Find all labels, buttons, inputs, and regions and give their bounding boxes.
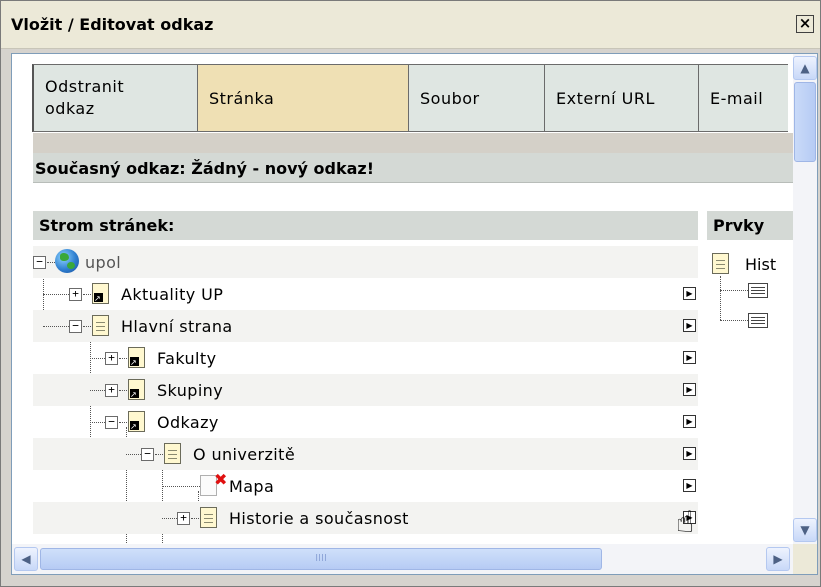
tab-page[interactable]: Stránka [197, 64, 409, 132]
tab-remove-link[interactable]: Odstranit odkaz [32, 64, 198, 132]
vertical-scroll-thumb[interactable] [794, 82, 816, 162]
globe-icon [55, 249, 79, 273]
vertical-scrollbar[interactable]: ▲ ▼ [793, 54, 817, 544]
tree-node[interactable]: + Skupiny ▶ [33, 374, 698, 406]
page-link-icon [128, 411, 145, 432]
page-link-icon [128, 379, 145, 400]
tree-node[interactable]: + Historie a současnost ▶ ☝ [33, 502, 698, 538]
tree-connector [47, 262, 55, 263]
tree-connector [720, 290, 748, 291]
horizontal-scrollbar[interactable]: ◀ IIII ▶ [12, 544, 793, 574]
page-icon [92, 315, 109, 336]
tab-file[interactable]: Soubor [408, 64, 545, 132]
select-arrow-button[interactable]: ▶ [683, 447, 696, 460]
tree-node-label: O univerzitě [193, 445, 296, 464]
tree-connector [83, 326, 91, 327]
scroll-up-button[interactable]: ▲ [793, 56, 817, 80]
expand-icon[interactable]: + [177, 512, 190, 525]
tree-connector [155, 454, 163, 455]
tree-connector [126, 454, 141, 455]
select-arrow-button[interactable]: ▶ [683, 319, 696, 332]
element-page-label[interactable]: Hist [745, 255, 776, 274]
close-button[interactable]: × [796, 15, 814, 33]
tree-connector [43, 326, 69, 327]
tree-connector [119, 422, 127, 423]
collapse-icon[interactable]: − [105, 416, 118, 429]
horizontal-scroll-thumb[interactable]: IIII [40, 548, 602, 570]
elements-panel: Hist [707, 246, 793, 544]
tree-node-label: Fakulty [157, 349, 217, 368]
tree-connector [43, 294, 69, 295]
tab-external-url[interactable]: Externí URL [544, 64, 699, 132]
tree-node-label: Skupiny [157, 381, 224, 400]
page-link-icon [128, 347, 145, 368]
expand-icon[interactable]: + [69, 288, 82, 301]
current-link-status: Současný odkaz: Žádný - nový odkaz! [33, 153, 793, 183]
page-tree-header: Strom stránek: [33, 211, 698, 240]
tree-connector [720, 320, 748, 321]
tree-connector [83, 294, 91, 295]
tree-node-label: Mapa [229, 477, 275, 496]
tab-email[interactable]: E-mail [698, 64, 788, 132]
tab-remove-link-line1: Odstranit [45, 77, 125, 96]
tree-node-label: Historie a současnost [229, 509, 409, 528]
error-x-icon: ✖ [214, 470, 228, 489]
hand-cursor-icon: ☝ [676, 505, 695, 540]
tree-connector [90, 422, 105, 423]
tree-connector [162, 486, 200, 487]
select-arrow-button[interactable]: ▶ [683, 383, 696, 396]
tree-node-label: Odkazy [157, 413, 219, 432]
link-type-tabs: Odstranit odkaz Stránka Soubor Externí U… [32, 64, 788, 132]
tree-connector [119, 390, 127, 391]
collapse-icon[interactable]: − [141, 448, 154, 461]
select-arrow-button[interactable]: ▶ [683, 415, 696, 428]
tree-node-label: Hlavní strana [121, 317, 233, 336]
tree-connector [162, 518, 177, 519]
tab-separator-bar [33, 133, 793, 153]
select-arrow-button[interactable]: ▶ [683, 351, 696, 364]
page-tree: − upol + Aktuality UP ▶ − [33, 246, 698, 544]
select-arrow-button[interactable]: ▶ [683, 287, 696, 300]
expand-icon[interactable]: + [105, 352, 118, 365]
page-icon [712, 253, 729, 274]
elements-header: Prvky [707, 211, 793, 240]
tab-email-label: E-mail [710, 88, 764, 108]
tree-connector [119, 358, 127, 359]
tab-page-label: Stránka [209, 88, 275, 108]
content-element-icon[interactable] [748, 283, 768, 298]
tree-node-label: upol [85, 253, 122, 272]
select-arrow-button[interactable]: ▶ [683, 479, 696, 492]
tree-connector [90, 358, 105, 359]
scroll-left-button[interactable]: ◀ [14, 547, 38, 571]
tree-connector [720, 276, 721, 320]
tree-node[interactable]: ✖ Mapa ▶ [33, 470, 698, 502]
content-element-icon[interactable] [748, 313, 768, 328]
collapse-icon[interactable]: − [33, 256, 46, 269]
page-icon [200, 507, 217, 528]
scroll-right-button[interactable]: ▶ [766, 547, 790, 571]
scrollbar-corner [793, 544, 817, 574]
tree-node-root[interactable]: − upol [33, 246, 698, 278]
tab-remove-link-line2: odkaz [45, 99, 95, 118]
scroll-down-button[interactable]: ▼ [793, 518, 817, 542]
collapse-icon[interactable]: − [69, 320, 82, 333]
tree-node[interactable]: + Aktuality UP ▶ [33, 278, 698, 310]
dialog-title: Vložit / Editovat odkaz [11, 15, 214, 34]
tree-connector [90, 390, 105, 391]
page-icon [164, 443, 181, 464]
link-dialog: Vložit / Editovat odkaz × Odstranit odka… [0, 0, 821, 587]
tree-node[interactable]: + Fakulty ▶ [33, 342, 698, 374]
tree-node[interactable]: − O univerzitě ▶ [33, 438, 698, 470]
tree-node[interactable]: − Odkazy ▶ [33, 406, 698, 438]
dialog-titlebar: Vložit / Editovat odkaz × [1, 1, 820, 49]
content-viewport: Odstranit odkaz Stránka Soubor Externí U… [12, 54, 793, 544]
tree-node[interactable]: − Hlavní strana ▶ [33, 310, 698, 342]
tab-external-url-label: Externí URL [556, 88, 655, 108]
page-link-icon [92, 283, 109, 304]
tab-file-label: Soubor [420, 88, 480, 108]
tree-connector [191, 518, 199, 519]
expand-icon[interactable]: + [105, 384, 118, 397]
dialog-content-frame: Odstranit odkaz Stránka Soubor Externí U… [11, 53, 818, 575]
tree-node-label: Aktuality UP [121, 285, 224, 304]
